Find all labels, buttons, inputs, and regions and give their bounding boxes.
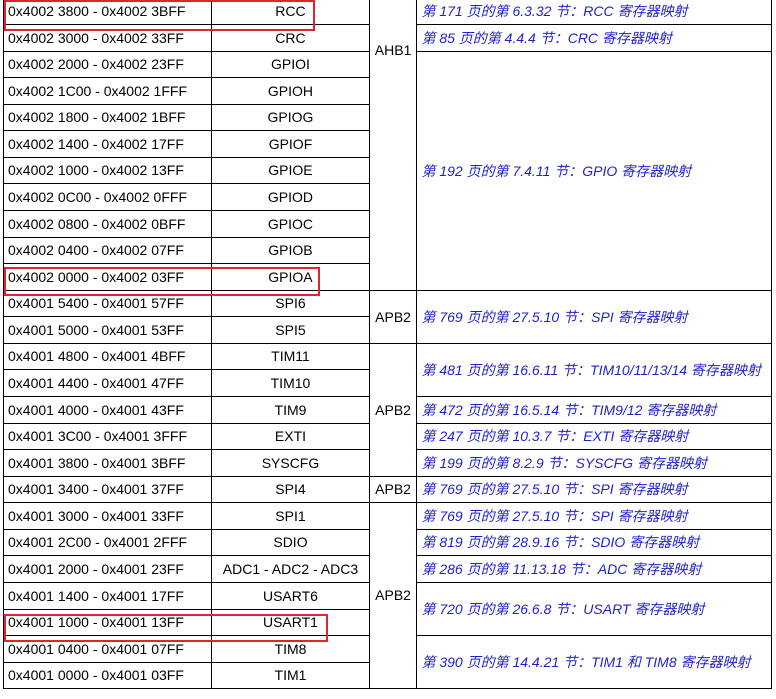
table-row: 0x4002 3800 - 0x4002 3BFF RCC AHB1 第 171… bbox=[2, 0, 772, 291]
address-cell: 0x4002 2000 - 0x4002 23FF bbox=[2, 51, 213, 78]
address-cell: 0x4001 1000 - 0x4001 13FF bbox=[2, 609, 213, 636]
peripheral-cell: GPIOA bbox=[211, 263, 370, 291]
address-cell: 0x4001 0000 - 0x4001 03FF bbox=[2, 662, 213, 689]
peripheral-cell: TIM8 bbox=[211, 635, 370, 663]
peripheral-cell: SPI4 bbox=[211, 476, 370, 503]
register-map-link[interactable]: 第 819 页的第 28.9.16 节：SDIO 寄存器映射 bbox=[416, 529, 772, 556]
address-cell: 0x4001 3400 - 0x4001 37FF bbox=[2, 476, 213, 503]
peripheral-cell: ADC1 - ADC2 - ADC3 bbox=[211, 555, 370, 583]
peripheral-cell: GPIOE bbox=[211, 157, 370, 184]
register-map-link[interactable]: 第 481 页的第 16.6.11 节：TIM10/11/13/14 寄存器映射 bbox=[416, 343, 772, 397]
table-row: 0x4001 5400 - 0x4001 57FF SPI6 APB2 第 76… bbox=[2, 290, 772, 344]
address-cell: 0x4001 3C00 - 0x4001 3FFF bbox=[2, 423, 213, 450]
address-cell: 0x4002 0800 - 0x4002 0BFF bbox=[2, 210, 213, 238]
register-map-link[interactable]: 第 472 页的第 16.5.14 节：TIM9/12 寄存器映射 bbox=[416, 396, 772, 424]
address-cell: 0x4001 5000 - 0x4001 53FF bbox=[2, 316, 213, 344]
address-cell: 0x4002 0000 - 0x4002 03FF bbox=[2, 263, 213, 291]
register-map-link[interactable]: 第 720 页的第 26.6.8 节：USART 寄存器映射 bbox=[416, 582, 772, 636]
peripheral-cell: SDIO bbox=[211, 529, 370, 556]
peripheral-cell: TIM10 bbox=[211, 369, 370, 397]
peripheral-cell: SYSCFG bbox=[211, 449, 370, 477]
bus-cell: APB2 bbox=[368, 502, 418, 689]
peripheral-cell: GPIOG bbox=[211, 104, 370, 131]
register-map-link[interactable]: 第 192 页的第 7.4.11 节：GPIO 寄存器映射 bbox=[416, 51, 772, 291]
bus-cell: AHB1 bbox=[368, 0, 418, 291]
peripheral-cell: USART1 bbox=[211, 609, 370, 636]
peripheral-cell: GPIOD bbox=[211, 183, 370, 211]
address-cell: 0x4002 0400 - 0x4002 07FF bbox=[2, 237, 213, 264]
register-map-link[interactable]: 第 769 页的第 27.5.10 节：SPI 寄存器映射 bbox=[416, 502, 772, 530]
register-map-link[interactable]: 第 769 页的第 27.5.10 节：SPI 寄存器映射 bbox=[416, 290, 772, 344]
peripheral-cell: RCC bbox=[211, 0, 370, 25]
table-row: 0x4001 3400 - 0x4001 37FF SPI4 APB2 第 76… bbox=[2, 476, 772, 503]
table-row: 0x4001 3000 - 0x4001 33FF SPI1 APB2 第 76… bbox=[2, 502, 772, 689]
address-cell: 0x4001 1400 - 0x4001 17FF bbox=[2, 582, 213, 610]
bus-cell: APB2 bbox=[368, 343, 418, 477]
peripheral-cell: EXTI bbox=[211, 423, 370, 450]
address-cell: 0x4002 3000 - 0x4002 33FF bbox=[2, 24, 213, 52]
address-cell: 0x4001 3800 - 0x4001 3BFF bbox=[2, 449, 213, 477]
register-map-link[interactable]: 第 247 页的第 10.3.7 节：EXTI 寄存器映射 bbox=[416, 423, 772, 450]
peripheral-cell: USART6 bbox=[211, 582, 370, 610]
address-cell: 0x4001 4800 - 0x4001 4BFF bbox=[2, 343, 213, 370]
register-map-link[interactable]: 第 171 页的第 6.3.32 节：RCC 寄存器映射 bbox=[416, 0, 772, 25]
table-row: 0x4001 4800 - 0x4001 4BFF TIM11 APB2 第 4… bbox=[2, 343, 772, 477]
address-cell: 0x4001 5400 - 0x4001 57FF bbox=[2, 290, 213, 317]
peripheral-cell: TIM9 bbox=[211, 396, 370, 424]
address-cell: 0x4002 3800 - 0x4002 3BFF bbox=[2, 0, 213, 25]
peripheral-cell: SPI1 bbox=[211, 502, 370, 530]
peripheral-cell: GPIOC bbox=[211, 210, 370, 238]
peripheral-cell: GPIOI bbox=[211, 51, 370, 78]
address-cell: 0x4001 3000 - 0x4001 33FF bbox=[2, 502, 213, 530]
peripheral-cell: TIM11 bbox=[211, 343, 370, 370]
bus-cell: APB2 bbox=[368, 290, 418, 344]
address-cell: 0x4002 1C00 - 0x4002 1FFF bbox=[2, 77, 213, 105]
bus-cell: APB2 bbox=[368, 476, 418, 503]
address-cell: 0x4002 1800 - 0x4002 1BFF bbox=[2, 104, 213, 131]
register-map-link[interactable]: 第 769 页的第 27.5.10 节：SPI 寄存器映射 bbox=[416, 476, 772, 503]
address-cell: 0x4001 0400 - 0x4001 07FF bbox=[2, 635, 213, 663]
peripheral-cell: GPIOF bbox=[211, 130, 370, 158]
register-map-link[interactable]: 第 199 页的第 8.2.9 节：SYSCFG 寄存器映射 bbox=[416, 449, 772, 477]
peripheral-cell: CRC bbox=[211, 24, 370, 52]
address-cell: 0x4001 4000 - 0x4001 43FF bbox=[2, 396, 213, 424]
peripheral-cell: GPIOB bbox=[211, 237, 370, 264]
peripheral-cell: TIM1 bbox=[211, 662, 370, 689]
register-map-link[interactable]: 第 286 页的第 11.13.18 节：ADC 寄存器映射 bbox=[416, 555, 772, 583]
memory-map-table: 0x4002 3800 - 0x4002 3BFF RCC AHB1 第 171… bbox=[2, 0, 772, 689]
address-cell: 0x4001 2C00 - 0x4001 2FFF bbox=[2, 529, 213, 556]
peripheral-cell: SPI5 bbox=[211, 316, 370, 344]
peripheral-cell: GPIOH bbox=[211, 77, 370, 105]
address-cell: 0x4002 1000 - 0x4002 13FF bbox=[2, 157, 213, 184]
address-cell: 0x4001 2000 - 0x4001 23FF bbox=[2, 555, 213, 583]
address-cell: 0x4002 1400 - 0x4002 17FF bbox=[2, 130, 213, 158]
peripheral-cell: SPI6 bbox=[211, 290, 370, 317]
register-map-link[interactable]: 第 390 页的第 14.4.21 节：TIM1 和 TIM8 寄存器映射 bbox=[416, 635, 772, 689]
register-map-link[interactable]: 第 85 页的第 4.4.4 节：CRC 寄存器映射 bbox=[416, 24, 772, 52]
address-cell: 0x4002 0C00 - 0x4002 0FFF bbox=[2, 183, 213, 211]
address-cell: 0x4001 4400 - 0x4001 47FF bbox=[2, 369, 213, 397]
